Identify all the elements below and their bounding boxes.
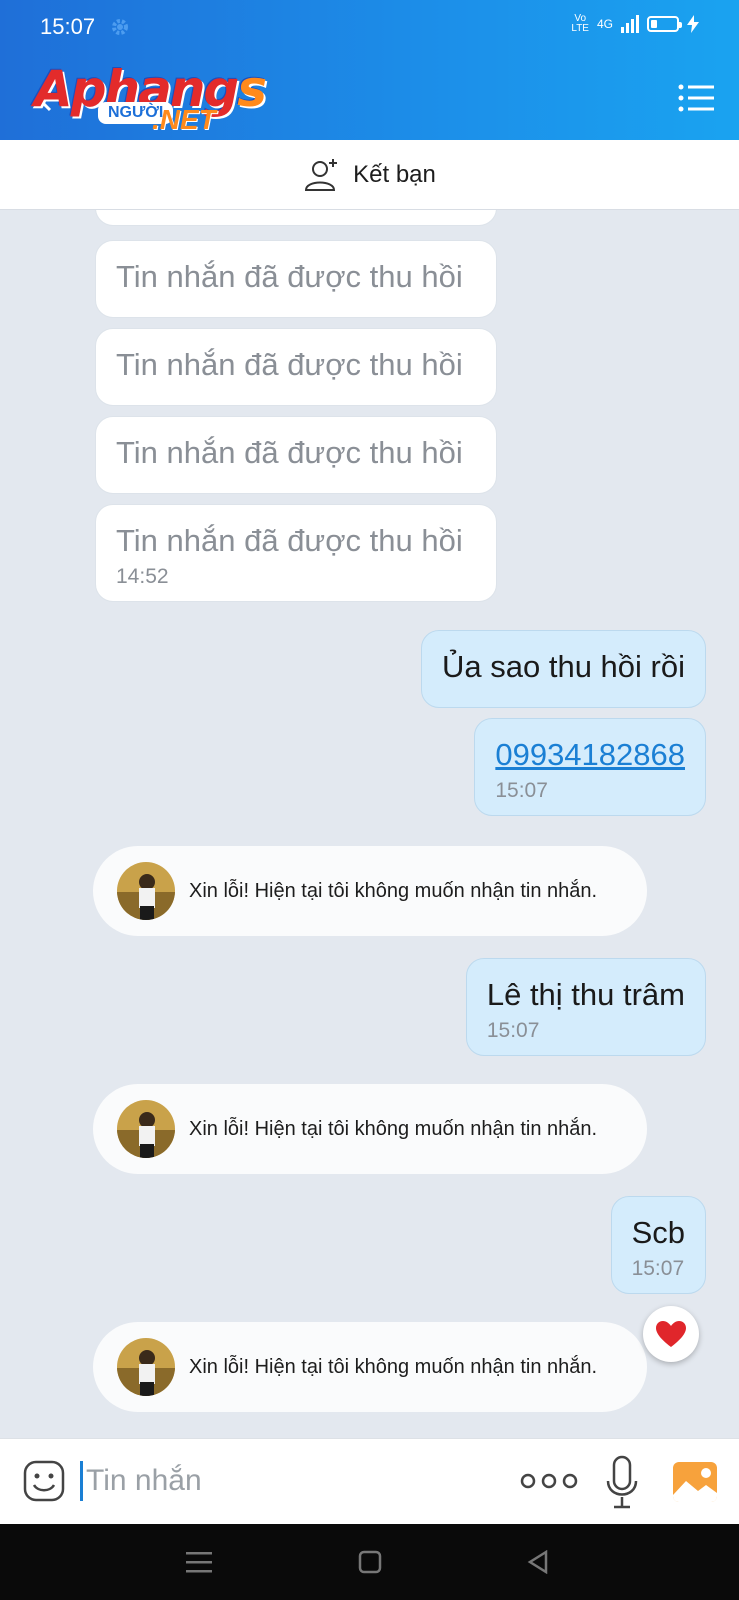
avatar[interactable] xyxy=(117,1338,175,1396)
heart-reaction-button[interactable] xyxy=(643,1306,699,1362)
auto-reply-message[interactable]: Xin lỗi! Hiện tại tôi không muốn nhận ti… xyxy=(93,846,647,936)
emoji-icon[interactable] xyxy=(22,1459,66,1503)
message-text: Tin nhắn đã được thu hồi xyxy=(116,259,463,294)
avatar-photo xyxy=(117,1338,175,1396)
message-time: 14:52 xyxy=(116,565,169,588)
avatar-photo xyxy=(117,1100,175,1158)
battery-icon xyxy=(647,16,682,32)
heart-icon xyxy=(656,1321,686,1347)
outgoing-message[interactable]: Ủa sao thu hồi rồi xyxy=(421,630,706,708)
app-header: Aphangs NGƯỜI .NET xyxy=(0,56,739,140)
net-type: 4G xyxy=(596,17,613,31)
auto-reply-message[interactable]: Xin lỗi! Hiện tại tôi không muốn nhận ti… xyxy=(93,1322,647,1412)
volte-label: Vo LTE xyxy=(571,14,589,34)
menu-list-icon[interactable] xyxy=(677,82,715,114)
message-text: Tin nhắn đã được thu hồi xyxy=(116,523,463,558)
site-logo[interactable]: Aphangs NGƯỜI .NET xyxy=(34,60,267,136)
message-text: Xin lỗi! Hiện tại tôi không muốn nhận ti… xyxy=(189,1117,598,1140)
recalled-message[interactable]: Tin nhắn đã được thu hồi xyxy=(95,328,497,406)
add-friend-icon xyxy=(305,158,338,191)
home-icon[interactable] xyxy=(358,1550,382,1574)
status-indicators: Vo LTE 4G xyxy=(571,14,699,34)
signal-icon xyxy=(621,15,639,33)
message-text: Xin lỗi! Hiện tại tôi không muốn nhận ti… xyxy=(189,1355,598,1378)
add-friend-label: Kết bạn xyxy=(353,160,436,188)
logo-s-text: s xyxy=(237,60,267,118)
system-nav-bar xyxy=(0,1524,739,1600)
avatar[interactable] xyxy=(117,1100,175,1158)
outgoing-message[interactable]: 09934182868 15:07 xyxy=(474,718,706,816)
message-text: Xin lỗi! Hiện tại tôi không muốn nhận ti… xyxy=(189,879,598,902)
message-time: 15:07 xyxy=(486,1019,540,1042)
nav-back-icon[interactable] xyxy=(526,1550,550,1574)
image-icon[interactable] xyxy=(672,1461,718,1503)
recent-apps-icon[interactable] xyxy=(186,1550,212,1574)
charging-icon xyxy=(687,15,699,33)
message-time: 15:07 xyxy=(631,1257,685,1280)
avatar[interactable] xyxy=(117,862,175,920)
message-time: 15:07 xyxy=(495,779,548,802)
outgoing-message[interactable]: Lê thị thu trâm 15:07 xyxy=(465,958,706,1056)
message-text: Tin nhắn đã được thu hồi xyxy=(116,347,463,382)
message-text: Ủa sao thu hồi rồi xyxy=(442,649,685,684)
status-time: 15:07 xyxy=(40,14,96,39)
recalled-message-partial[interactable] xyxy=(95,210,497,226)
settings-gear-icon xyxy=(112,19,128,35)
message-input[interactable] xyxy=(86,1457,486,1505)
more-dots-icon[interactable] xyxy=(520,1469,578,1493)
outgoing-message[interactable]: Scb 15:07 xyxy=(610,1196,706,1294)
message-text: Tin nhắn đã được thu hồi xyxy=(116,435,463,470)
phone-link[interactable]: 09934182868 xyxy=(495,737,685,772)
recalled-message[interactable]: Tin nhắn đã được thu hồi 14:52 xyxy=(95,504,497,602)
status-bar: 15:07 Vo LTE 4G xyxy=(0,0,739,56)
chat-messages[interactable]: Tin nhắn đã được thu hồi Tin nhắn đã đượ… xyxy=(0,210,739,1438)
text-caret xyxy=(80,1461,83,1501)
auto-reply-message[interactable]: Xin lỗi! Hiện tại tôi không muốn nhận ti… xyxy=(93,1084,647,1174)
add-friend-button[interactable]: Kết bạn xyxy=(0,140,739,210)
recalled-message[interactable]: Tin nhắn đã được thu hồi xyxy=(95,416,497,494)
message-text: Scb xyxy=(631,1215,685,1250)
message-text: Lê thị thu trâm xyxy=(486,977,685,1012)
avatar-photo xyxy=(117,862,175,920)
recalled-message[interactable]: Tin nhắn đã được thu hồi xyxy=(95,240,497,318)
volte-bottom: LTE xyxy=(571,23,589,34)
logo-net: .NET xyxy=(152,104,216,135)
message-input-bar xyxy=(0,1438,739,1524)
microphone-icon[interactable] xyxy=(604,1455,640,1509)
